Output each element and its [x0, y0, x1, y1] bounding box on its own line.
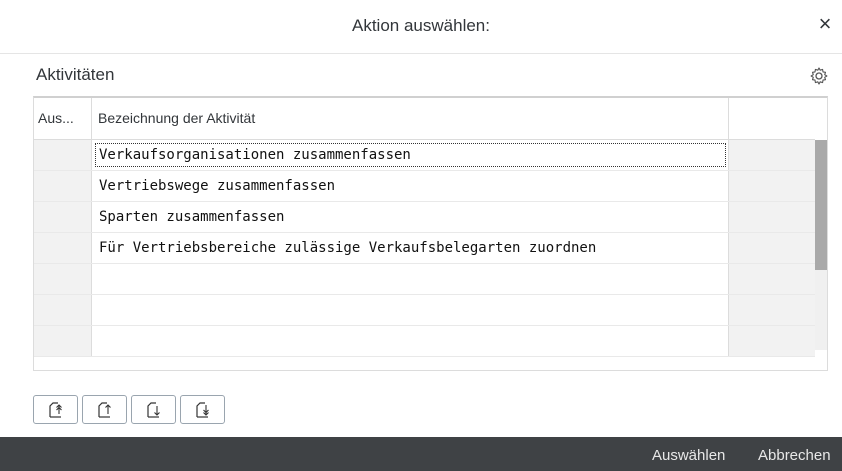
column-header-extra: [729, 98, 815, 139]
table-body: Verkaufsorganisationen zusammenfassen Ver…: [34, 140, 815, 357]
activity-description[interactable]: [92, 295, 729, 325]
table-row[interactable]: Verkaufsorganisationen zusammenfassen: [34, 140, 815, 171]
row-extra-cell: [729, 264, 815, 294]
section-title: Aktivitäten: [36, 65, 115, 84]
table-row[interactable]: Vertriebswege zusammenfassen: [34, 171, 815, 202]
row-extra-cell: [729, 202, 815, 232]
activity-description[interactable]: Verkaufsorganisationen zusammenfassen: [92, 140, 729, 170]
move-last-button[interactable]: [180, 395, 225, 424]
activity-description[interactable]: Sparten zusammenfassen: [92, 202, 729, 232]
vertical-scrollbar[interactable]: [815, 140, 827, 350]
row-selector[interactable]: [34, 233, 92, 263]
close-icon[interactable]: ×: [814, 13, 836, 35]
row-extra-cell: [729, 295, 815, 325]
move-up-button[interactable]: [82, 395, 127, 424]
row-selector[interactable]: [34, 326, 92, 356]
row-selector[interactable]: [34, 202, 92, 232]
table-row[interactable]: [34, 295, 815, 326]
table-row[interactable]: [34, 326, 815, 357]
move-down-icon: [147, 402, 160, 418]
table-row[interactable]: [34, 264, 815, 295]
table-header: Aus... Bezeichnung der Aktivität: [34, 98, 815, 140]
move-first-icon: [49, 402, 62, 418]
activity-description[interactable]: Vertriebswege zusammenfassen: [92, 171, 729, 201]
row-extra-cell: [729, 140, 815, 170]
scrollbar-thumb[interactable]: [815, 140, 827, 270]
column-header-description[interactable]: Bezeichnung der Aktivität: [92, 98, 729, 139]
table-row[interactable]: Sparten zusammenfassen: [34, 202, 815, 233]
gear-icon[interactable]: [809, 66, 829, 86]
row-extra-cell: [729, 171, 815, 201]
action-dialog: Aktion auswählen: × Aktivitäten Aus... B…: [0, 0, 842, 471]
row-selector[interactable]: [34, 295, 92, 325]
column-header-select[interactable]: Aus...: [34, 98, 92, 139]
activities-table: Aus... Bezeichnung der Aktivität Verkauf…: [33, 96, 828, 371]
dialog-titlebar: Aktion auswählen: ×: [0, 0, 842, 54]
row-selector[interactable]: [34, 264, 92, 294]
dialog-title: Aktion auswählen:: [352, 16, 490, 35]
move-down-button[interactable]: [131, 395, 176, 424]
move-first-button[interactable]: [33, 395, 78, 424]
cancel-button[interactable]: Abbrechen: [758, 447, 831, 464]
row-selector[interactable]: [34, 140, 92, 170]
row-selector[interactable]: [34, 171, 92, 201]
row-extra-cell: [729, 326, 815, 356]
activity-description[interactable]: Für Vertriebsbereiche zulässige Verkaufs…: [92, 233, 729, 263]
row-extra-cell: [729, 233, 815, 263]
move-up-icon: [98, 402, 111, 418]
dialog-footer: Auswählen Abbrechen: [0, 437, 842, 471]
activity-description[interactable]: [92, 326, 729, 356]
select-button[interactable]: Auswählen: [652, 447, 725, 464]
table-row[interactable]: Für Vertriebsbereiche zulässige Verkaufs…: [34, 233, 815, 264]
move-last-icon: [196, 402, 209, 418]
activity-description[interactable]: [92, 264, 729, 294]
